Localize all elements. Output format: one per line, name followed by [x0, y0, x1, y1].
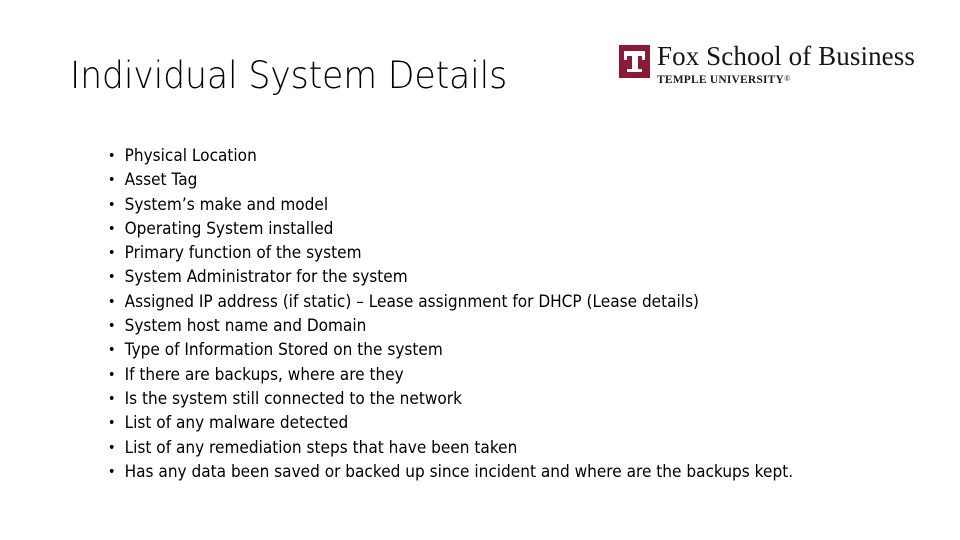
list-item: Type of Information Stored on the system — [106, 338, 859, 363]
page-title: Individual System Details — [70, 54, 508, 97]
list-item: System’s make and model — [106, 193, 859, 218]
list-item: Physical Location — [106, 144, 859, 169]
list-item: Operating System installed — [106, 217, 859, 242]
list-item: Is the system still connected to the net… — [106, 387, 859, 412]
list-item: Asset Tag — [106, 168, 859, 193]
list-item: Assigned IP address (if static) – Lease … — [106, 290, 859, 315]
temple-t-left-serif — [624, 51, 627, 60]
slide-canvas: Individual System Details Fox School of … — [0, 0, 960, 540]
list-item: Primary function of the system — [106, 241, 859, 266]
system-details-list: Physical Location Asset Tag System’s mak… — [106, 144, 916, 484]
list-item: System Administrator for the system — [106, 265, 859, 290]
list-item: If there are backups, where are they — [106, 363, 859, 388]
logo-wordmark: Fox School of Business TEMPLE UNIVERSITY… — [657, 41, 915, 87]
list-item: List of any remediation steps that have … — [106, 436, 859, 461]
list-item: List of any malware detected — [106, 411, 859, 436]
temple-t-foot-serif — [627, 69, 642, 72]
logo-subtitle-text: TEMPLE UNIVERSITY — [657, 74, 785, 86]
list-item: System host name and Domain — [106, 314, 859, 339]
temple-t-right-serif — [642, 51, 645, 60]
temple-t-icon — [619, 45, 650, 78]
logo-title: Fox School of Business — [657, 41, 915, 71]
logo-subtitle: TEMPLE UNIVERSITY® — [657, 73, 915, 86]
fox-school-logo: Fox School of Business TEMPLE UNIVERSITY… — [619, 43, 915, 86]
list-item: Has any data been saved or backed up sin… — [106, 460, 859, 485]
registered-trademark-icon: ® — [784, 74, 791, 83]
